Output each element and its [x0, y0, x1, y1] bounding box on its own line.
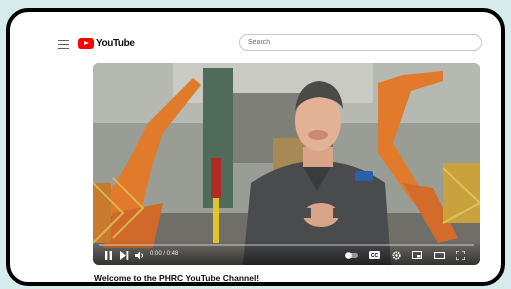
youtube-logo[interactable]: YouTube: [78, 38, 135, 49]
search-box[interactable]: [239, 34, 482, 51]
autoplay-toggle-icon[interactable]: [344, 250, 358, 260]
svg-text:CC: CC: [370, 253, 378, 259]
time-display: 0:00 / 0:48: [150, 251, 179, 257]
youtube-logo-icon: [78, 38, 94, 49]
logo-text: YouTube: [96, 38, 135, 49]
next-icon[interactable]: [119, 250, 129, 260]
captions-icon[interactable]: CC: [368, 250, 380, 260]
video-frame-image: [93, 63, 480, 265]
miniplayer-icon[interactable]: [411, 250, 422, 260]
search-input[interactable]: [248, 39, 468, 46]
menu-icon[interactable]: [58, 40, 69, 49]
video-title[interactable]: Welcome to the PHRC YouTube Channel!: [94, 273, 259, 282]
settings-icon[interactable]: [391, 250, 401, 260]
browser-frame: YouTube Search 0:00 / 0:48 CC Welcome to…: [6, 8, 505, 286]
volume-icon[interactable]: [135, 250, 145, 260]
video-player[interactable]: 0:00 / 0:48 CC: [93, 63, 480, 265]
fullscreen-icon[interactable]: [455, 250, 466, 260]
theater-icon[interactable]: [433, 250, 445, 260]
progress-bar[interactable]: [99, 244, 474, 246]
play-icon[interactable]: [103, 250, 113, 260]
player-controls: 0:00 / 0:48 CC: [93, 241, 480, 265]
